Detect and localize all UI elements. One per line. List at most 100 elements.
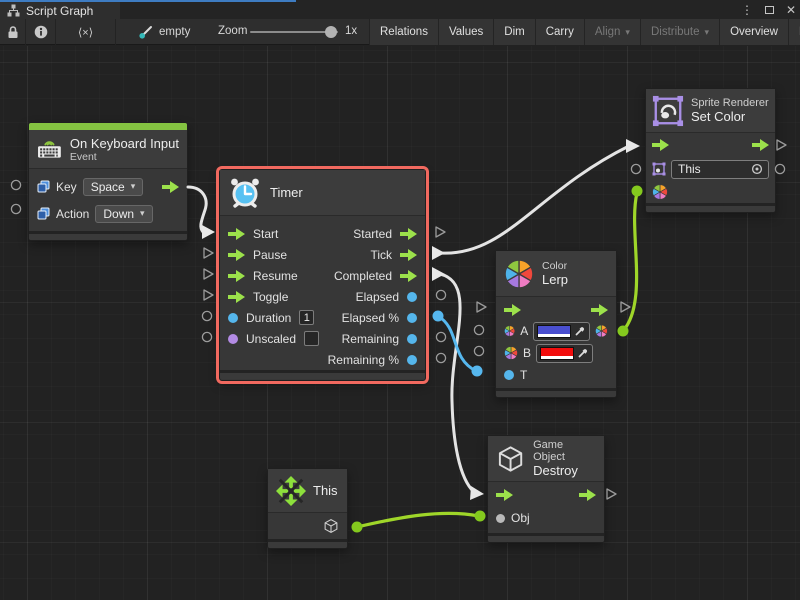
port-lerp-b[interactable] [474, 346, 483, 355]
port-timer-elapsed-percent[interactable] [433, 311, 444, 322]
port-timer-elapsed[interactable] [436, 290, 445, 299]
node-footer[interactable] [488, 533, 604, 542]
port-setcolor-result[interactable] [775, 164, 784, 173]
port-lerp-result[interactable] [618, 326, 629, 337]
graph-pointer-indicator: empty [138, 19, 190, 45]
object-picker-icon[interactable] [751, 163, 763, 175]
port-timer-resume[interactable] [204, 269, 213, 279]
port-lerp-exit[interactable] [621, 302, 630, 312]
node-footer[interactable] [268, 539, 347, 548]
port-setcolor-exit[interactable] [777, 140, 786, 150]
eyedropper-icon[interactable] [574, 325, 586, 337]
node-destroy[interactable]: Game Object Destroy Obj [487, 435, 605, 543]
port-lerp-a[interactable] [474, 325, 483, 334]
window-close-icon[interactable]: ✕ [786, 4, 796, 16]
flow-output-arrow[interactable] [752, 139, 769, 151]
port-keyboard-key[interactable] [11, 180, 20, 189]
value-port-dot[interactable] [496, 514, 505, 523]
port-timer-completed[interactable] [432, 267, 445, 281]
value-port-dot[interactable] [407, 334, 417, 344]
color-a-swatch[interactable] [538, 326, 570, 334]
port-label-key: Key [56, 180, 77, 194]
color-output-wheel-icon[interactable] [595, 323, 608, 339]
value-port-dot[interactable] [504, 370, 514, 380]
flow-input-arrow[interactable] [504, 304, 521, 316]
node-footer[interactable] [496, 388, 616, 397]
port-timer-unscaled[interactable] [202, 332, 211, 341]
wire-lerp-to-color[interactable] [623, 193, 637, 331]
window-menu-icon[interactable]: ⋮ [741, 4, 753, 16]
port-destroy-enter[interactable] [470, 486, 484, 500]
carry-button[interactable]: Carry [536, 19, 585, 45]
wire-keyboard-to-timer-start[interactable] [188, 187, 206, 232]
values-button[interactable]: Values [439, 19, 494, 45]
graph-canvas[interactable]: On Keyboard Input Event Key Space▾ [0, 46, 800, 600]
value-port-dot[interactable] [407, 355, 417, 365]
collapse-button[interactable]: ⟨×⟩ [56, 19, 116, 45]
port-timer-tick[interactable] [432, 246, 445, 260]
key-dropdown[interactable]: Space▾ [83, 178, 144, 196]
dim-button[interactable]: Dim [494, 19, 535, 45]
node-on-keyboard-input[interactable]: On Keyboard Input Event Key Space▾ [28, 122, 188, 241]
align-button[interactable]: Align▾ [585, 19, 641, 45]
game-object-output-icon[interactable] [323, 518, 339, 534]
port-timer-remaining-percent[interactable] [436, 353, 445, 362]
port-timer-duration[interactable] [202, 311, 211, 320]
flow-output-arrow[interactable] [400, 249, 417, 261]
lock-button[interactable] [0, 19, 26, 45]
wire-tick-to-setcolor[interactable] [440, 146, 629, 253]
node-footer[interactable] [29, 231, 187, 240]
zoom-slider-handle[interactable] [325, 26, 337, 38]
relations-button[interactable]: Relations [370, 19, 439, 45]
zoom-slider[interactable] [250, 31, 338, 33]
wire-completed-to-destroy[interactable] [440, 274, 474, 492]
port-timer-pause[interactable] [204, 248, 213, 258]
flow-input-arrow[interactable] [652, 139, 669, 151]
port-this-value[interactable] [352, 522, 363, 533]
port-timer-start[interactable] [202, 225, 215, 239]
distribute-button[interactable]: Distribute▾ [641, 19, 720, 45]
port-setcolor-enter[interactable] [626, 139, 640, 153]
color-b-picker[interactable] [536, 344, 593, 363]
tab-script-graph[interactable]: Script Graph [0, 2, 120, 19]
node-footer[interactable] [220, 370, 425, 379]
graph-pointer-icon [138, 24, 154, 40]
port-lerp-enter[interactable] [477, 302, 486, 312]
flow-output-arrow[interactable] [579, 489, 596, 501]
node-color-lerp[interactable]: Color Lerp A [495, 250, 617, 398]
flow-output-arrow[interactable] [400, 270, 417, 282]
color-b-swatch[interactable] [541, 348, 573, 356]
node-footer[interactable] [646, 203, 775, 212]
node-this[interactable]: This [267, 468, 348, 549]
port-timer-remaining[interactable] [436, 332, 445, 341]
port-lerp-t[interactable] [472, 366, 483, 377]
node-sprite-set-color[interactable]: Sprite Renderer Set Color This [645, 88, 776, 213]
overview-button[interactable]: Overview [720, 19, 789, 45]
port-setcolor-target[interactable] [631, 164, 640, 173]
color-wheel-icon [504, 346, 518, 360]
value-port-dot[interactable] [407, 292, 417, 302]
target-object-field[interactable]: This [671, 160, 769, 179]
window-maximize-icon[interactable] [765, 6, 774, 14]
fullscreen-button[interactable]: Full Screen [789, 19, 800, 45]
flow-output-arrow[interactable] [400, 228, 417, 240]
eyedropper-icon[interactable] [577, 347, 589, 359]
node-timer[interactable]: Timer Start Pause Resume Toggle Duration… [219, 169, 426, 381]
port-destroy-obj[interactable] [475, 511, 486, 522]
wire-elapsed-percent-to-t[interactable] [438, 316, 476, 371]
port-destroy-exit[interactable] [607, 489, 616, 499]
flow-output-arrow[interactable] [591, 304, 608, 316]
info-button[interactable] [26, 19, 56, 45]
action-dropdown[interactable]: Down▾ [95, 205, 152, 223]
value-port-dot[interactable] [407, 313, 417, 323]
flow-input-arrow[interactable] [496, 489, 513, 501]
port-setcolor-color[interactable] [632, 186, 643, 197]
port-timer-toggle[interactable] [204, 290, 213, 300]
wire-this-to-obj[interactable] [357, 513, 479, 527]
flow-output-arrow[interactable] [162, 181, 179, 193]
port-keyboard-action[interactable] [11, 204, 20, 213]
zoom-label: Zoom [218, 25, 247, 37]
port-timer-started[interactable] [436, 227, 445, 237]
color-input-wheel-icon[interactable] [652, 184, 668, 200]
color-a-picker[interactable] [533, 322, 590, 341]
